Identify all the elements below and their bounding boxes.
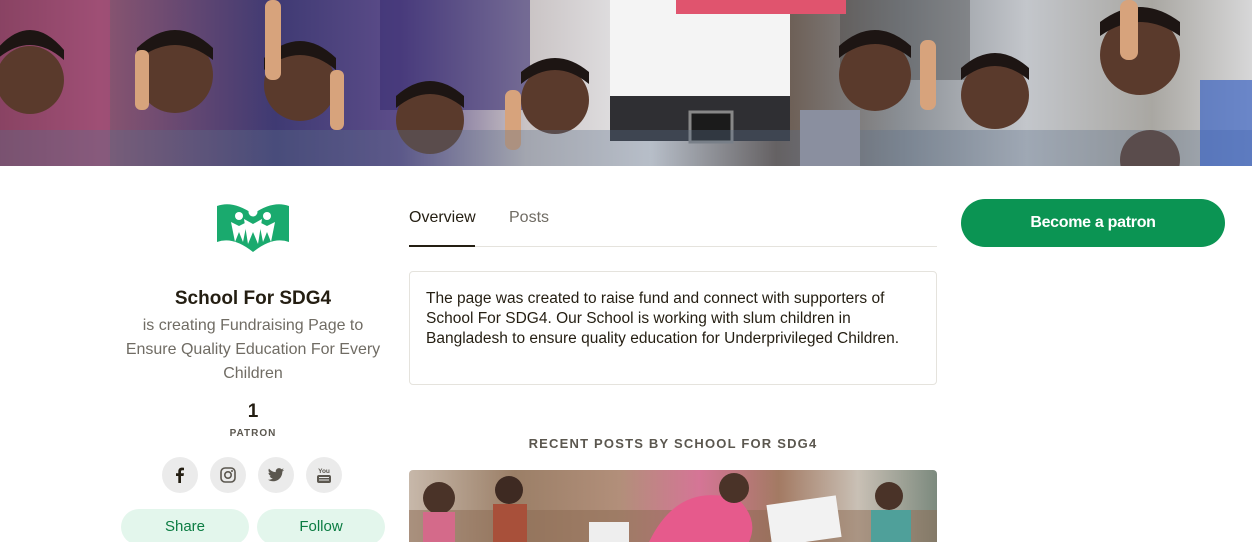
about-text: The page was created to raise fund and c…: [426, 290, 900, 347]
share-button[interactable]: Share: [121, 509, 249, 542]
follow-button[interactable]: Follow: [257, 509, 385, 542]
twitter-link[interactable]: [258, 457, 294, 493]
page-tabs: Overview Posts: [409, 200, 937, 247]
social-links: You: [162, 457, 342, 493]
creator-description: is creating Fundraising Page to Ensure Q…: [125, 317, 381, 382]
recent-post-thumbnail[interactable]: [409, 470, 937, 542]
creator-name: School For SDG4: [174, 288, 332, 309]
cover-photo: [0, 0, 1252, 166]
facebook-link[interactable]: [162, 457, 198, 493]
become-patron-button[interactable]: Become a patron: [961, 199, 1225, 247]
tab-overview[interactable]: Overview: [409, 209, 476, 227]
patron-count-label: PATRON: [229, 428, 277, 439]
post-photo-illustration: [409, 473, 937, 542]
about-card: The page was created to raise fund and c…: [409, 271, 937, 385]
tab-posts[interactable]: Posts: [509, 209, 549, 227]
youtube-icon: You: [317, 468, 331, 483]
recent-posts-heading: RECENT POSTS BY SCHOOL FOR SDG4: [528, 436, 818, 451]
facebook-icon: [176, 467, 184, 483]
twitter-icon: [268, 468, 284, 482]
cover-photo-illustration: [0, 0, 1252, 166]
instagram-link[interactable]: [210, 457, 246, 493]
active-tab-indicator: [409, 245, 475, 247]
creator-logo: [213, 196, 293, 256]
patron-count: 1: [247, 401, 259, 422]
youtube-icon-text: You: [318, 468, 330, 475]
instagram-icon: [220, 467, 236, 483]
youtube-link[interactable]: You: [306, 457, 342, 493]
